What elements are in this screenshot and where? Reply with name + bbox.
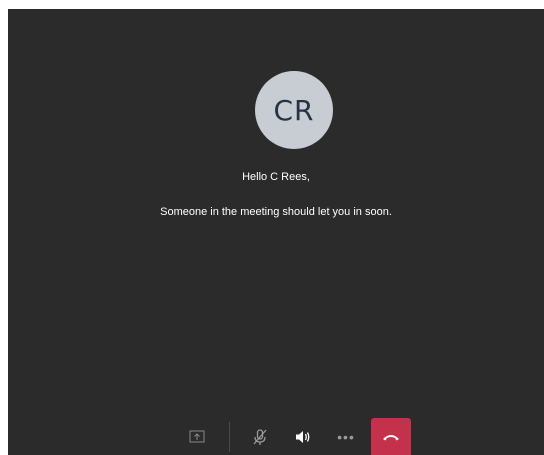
call-controls-bar: ••• [8, 418, 544, 455]
share-screen-icon [189, 430, 205, 443]
more-options-icon: ••• [337, 429, 355, 445]
share-screen-button[interactable] [186, 426, 208, 448]
speaker-button[interactable] [290, 424, 316, 450]
microphone-toggle-button[interactable] [247, 424, 273, 450]
controls-divider [229, 422, 230, 452]
avatar: CR [255, 71, 333, 149]
avatar-initials: CR [273, 93, 315, 127]
more-options-button[interactable]: ••• [333, 424, 359, 450]
mic-muted-icon [253, 429, 267, 445]
speaker-icon [296, 431, 310, 443]
hang-up-button[interactable] [371, 418, 411, 455]
hang-up-icon [383, 434, 399, 440]
lobby-status-message: Someone in the meeting should let you in… [160, 206, 392, 218]
greeting-text: Hello C Rees, [242, 171, 310, 183]
meeting-lobby-window: CR Hello C Rees, Someone in the meeting … [8, 9, 544, 455]
